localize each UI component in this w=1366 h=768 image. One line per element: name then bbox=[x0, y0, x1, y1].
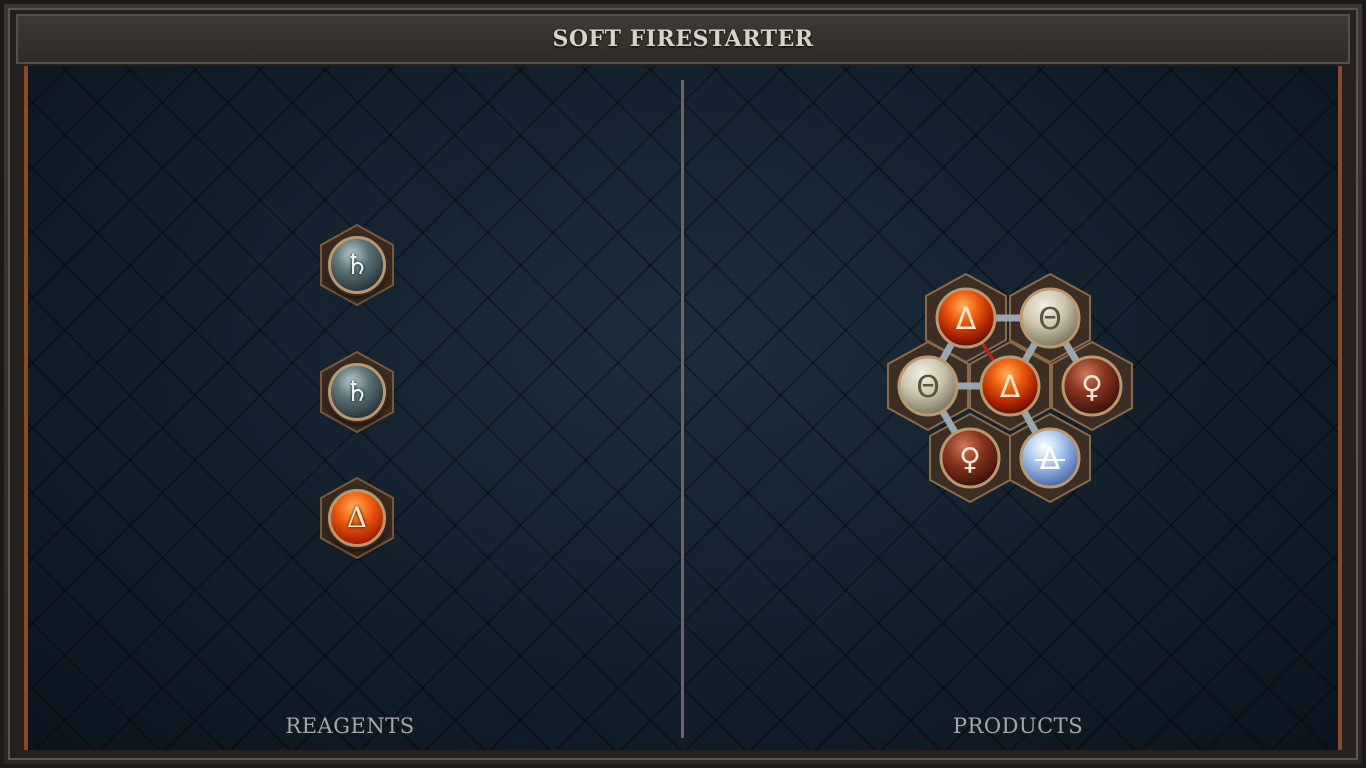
air-icon: Θ bbox=[916, 370, 940, 405]
product-atom-air: Θ bbox=[1019, 287, 1081, 349]
product-atom-copper: ♀ bbox=[1061, 355, 1123, 417]
salt-atom: ♄ bbox=[328, 236, 386, 294]
product-molecule[interactable]: Δ Θ Θ Δ ♀ ♀ Δ bbox=[884, 272, 1134, 512]
fire-icon: Δ bbox=[346, 501, 368, 534]
product-atom-copper: ♀ bbox=[939, 427, 1001, 489]
salt-icon: ♄ bbox=[344, 248, 370, 281]
copper-icon: ♀ bbox=[959, 442, 981, 477]
product-atom-water: Δ bbox=[1019, 427, 1081, 489]
reagent-atom-salt[interactable]: ♄ bbox=[317, 223, 397, 307]
products-label: PRODUCTS bbox=[952, 714, 1084, 738]
reagents-label: REAGENTS bbox=[285, 714, 415, 738]
fire-icon: Δ bbox=[1000, 370, 1021, 405]
reagent-atom-salt[interactable]: ♄ bbox=[317, 350, 397, 434]
fire-icon: Δ bbox=[956, 302, 977, 337]
panel-divider bbox=[681, 80, 684, 738]
salt-atom: ♄ bbox=[328, 363, 386, 421]
puzzle-title: SOFT FIRESTARTER bbox=[552, 26, 814, 52]
fire-atom: Δ bbox=[328, 489, 386, 547]
reagent-atom-fire[interactable]: Δ bbox=[317, 476, 397, 560]
product-atom-fire: Δ bbox=[979, 355, 1041, 417]
copper-icon: ♀ bbox=[1081, 370, 1103, 405]
title-bar: SOFT FIRESTARTER bbox=[16, 14, 1350, 64]
air-icon: Θ bbox=[1038, 302, 1062, 337]
salt-icon: ♄ bbox=[344, 375, 370, 408]
product-atom-fire: Δ bbox=[935, 287, 997, 349]
product-atom-air: Θ bbox=[897, 355, 959, 417]
